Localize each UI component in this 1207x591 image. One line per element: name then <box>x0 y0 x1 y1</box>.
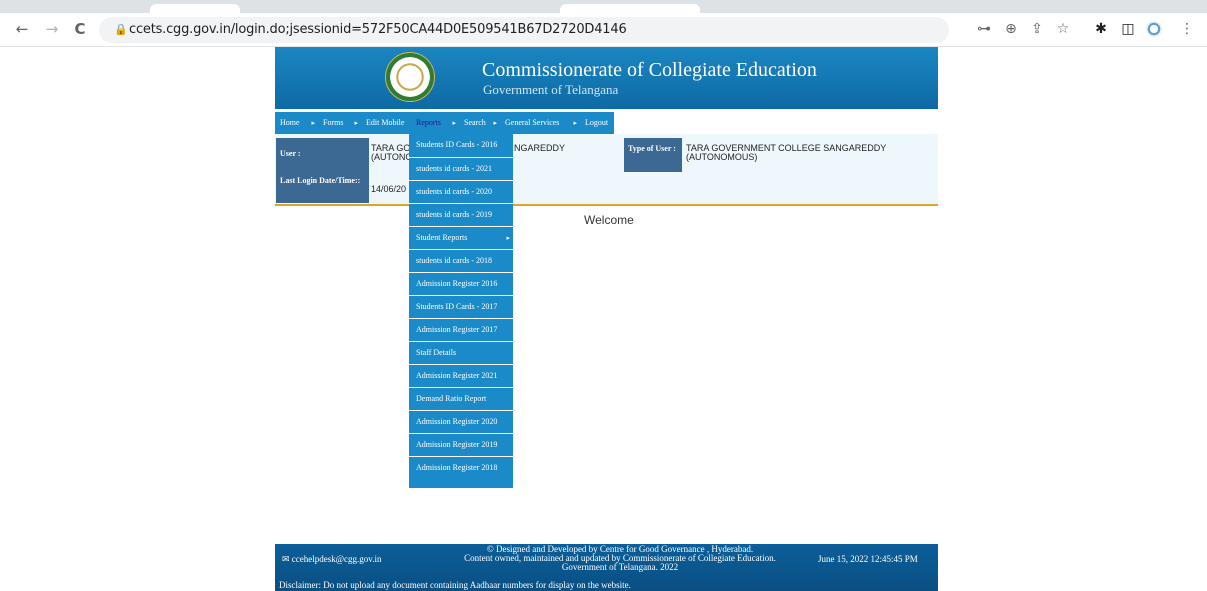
dropdown-item[interactable]: Admission Register 2017 <box>409 319 513 342</box>
address-bar[interactable]: 🔒 ccets.cgg.gov.in/login.do;jsessionid=5… <box>99 17 949 43</box>
dropdown-item-label: Admission Register 2016 <box>416 279 498 288</box>
key-icon[interactable]: ⊶ <box>973 19 995 39</box>
user-name-value-tail: NGAREDDY <box>514 143 566 153</box>
footer-credits-line: Government of Telangana. 2022 <box>561 562 679 572</box>
dropdown-item[interactable]: Staff Details <box>409 342 513 365</box>
browser-tab[interactable] <box>560 4 700 13</box>
last-login-value: 14/06/20 <box>371 184 407 194</box>
profile-avatar-icon[interactable] <box>1143 19 1165 39</box>
side-panel-icon[interactable]: ◫ <box>1117 19 1139 39</box>
welcome-text: Welcome <box>584 213 634 227</box>
dropdown-item-label: Admission Register 2018 <box>416 463 498 472</box>
menu-item-logout[interactable]: Logout <box>580 112 614 134</box>
dropdown-item-label: students id cards - 2019 <box>416 210 492 219</box>
menu-item-general-services[interactable]: General Services ▸ <box>500 112 580 134</box>
menu-item-reports[interactable]: Reports ▸ <box>409 112 459 134</box>
dropdown-item-label: Students ID Cards - 2017 <box>416 302 498 311</box>
menu-item-home[interactable]: Home ▸ <box>275 112 318 134</box>
back-arrow-icon[interactable]: ← <box>12 19 32 39</box>
dropdown-item-label: Admission Register 2017 <box>416 325 498 334</box>
chevron-right-icon: ▸ <box>452 119 456 127</box>
last-login-label: Last Login Date/Time:: <box>276 172 369 203</box>
menu-item-forms[interactable]: Forms ▸ <box>318 112 361 134</box>
browser-tab[interactable] <box>150 4 240 13</box>
dropdown-item[interactable]: Students ID Cards - 2017 <box>409 296 513 319</box>
dropdown-item[interactable]: students id cards - 2021 <box>409 158 513 181</box>
menu-item-label: Logout <box>585 118 609 127</box>
user-name-value-line2: (AUTONO <box>371 152 413 162</box>
dropdown-item-label: Demand Ratio Report <box>416 394 487 403</box>
footer-credits: © Designed and Developed by Centre for G… <box>420 545 820 572</box>
type-of-user-label: Type of User : <box>624 138 682 172</box>
dropdown-item-label: Admission Register 2020 <box>416 417 498 426</box>
dropdown-item-label: students id cards - 2018 <box>416 256 492 265</box>
menu-item-label: Reports <box>416 118 441 127</box>
user-label: User : <box>276 138 369 172</box>
dropdown-item[interactable]: Admission Register 2021 <box>409 365 513 388</box>
dropdown-item[interactable]: Admission Register 2016 <box>409 273 513 296</box>
site-title: Commissionerate of Collegiate Education <box>482 59 817 81</box>
dropdown-item-label: Admission Register 2021 <box>416 371 498 380</box>
telangana-emblem-logo <box>385 52 435 102</box>
type-of-user-value-line2: (AUTONOMOUS) <box>686 152 758 162</box>
menu-item-label: General Services <box>505 118 560 127</box>
extensions-puzzle-icon[interactable]: ✱ <box>1090 19 1112 39</box>
site-subtitle: Government of Telangana <box>483 82 619 97</box>
footer-datetime: June 15, 2022 12:45:45 PM <box>818 554 918 564</box>
dropdown-item[interactable]: students id cards - 2019 <box>409 204 513 227</box>
dropdown-item-label: Student Reports <box>416 233 468 242</box>
helpdesk-email-link[interactable]: ✉ ccehelpdesk@cgg.gov.in <box>282 554 381 565</box>
menu-item-search[interactable]: Search ▸ <box>459 112 500 134</box>
reload-icon[interactable]: C <box>70 19 90 39</box>
dropdown-item[interactable]: Admission Register 2018 <box>409 457 513 488</box>
dropdown-item-label: Staff Details <box>416 348 457 357</box>
dropdown-item[interactable]: Students ID Cards - 2016 <box>409 134 513 158</box>
dropdown-item[interactable]: students id cards - 2018 <box>409 250 513 273</box>
share-icon[interactable]: ⇪ <box>1026 19 1048 39</box>
lock-icon[interactable]: 🔒 <box>114 23 128 36</box>
forward-arrow-icon[interactable]: → <box>42 19 62 39</box>
browser-menu-icon[interactable]: ⋮ <box>1176 19 1198 39</box>
dropdown-item-label: Students ID Cards - 2016 <box>416 140 498 149</box>
dropdown-item-student-reports[interactable]: Student Reports ▸ <box>409 227 513 250</box>
menu-item-label: Home <box>280 118 300 127</box>
dropdown-item[interactable]: Demand Ratio Report <box>409 388 513 411</box>
zoom-icon[interactable]: ⊕ <box>1000 19 1022 39</box>
chevron-right-icon: ▸ <box>506 234 510 242</box>
chevron-right-icon: ▸ <box>493 119 497 127</box>
menu-item-label: Forms <box>323 118 344 127</box>
dropdown-item[interactable]: students id cards - 2020 <box>409 181 513 204</box>
bookmark-star-icon[interactable]: ☆ <box>1052 19 1074 39</box>
browser-toolbar: ← → C 🔒 ccets.cgg.gov.in/login.do;jsessi… <box>0 13 1207 47</box>
dropdown-item-label: students id cards - 2021 <box>416 164 492 173</box>
chevron-right-icon: ▸ <box>354 119 358 127</box>
dropdown-item-label: students id cards - 2020 <box>416 187 492 196</box>
chevron-right-icon: ▸ <box>573 119 577 127</box>
dropdown-item[interactable]: Admission Register 2020 <box>409 411 513 434</box>
menu-item-edit-mobile[interactable]: Edit Mobile <box>361 112 409 134</box>
url-text[interactable]: ccets.cgg.gov.in/login.do;jsessionid=572… <box>129 22 627 37</box>
footer-disclaimer: Disclaimer: Do not upload any document c… <box>279 580 631 590</box>
menu-item-label: Search <box>464 118 486 127</box>
chevron-right-icon: ▸ <box>311 119 315 127</box>
browser-tab-strip <box>0 0 1207 13</box>
menu-item-label: Edit Mobile <box>366 118 405 127</box>
